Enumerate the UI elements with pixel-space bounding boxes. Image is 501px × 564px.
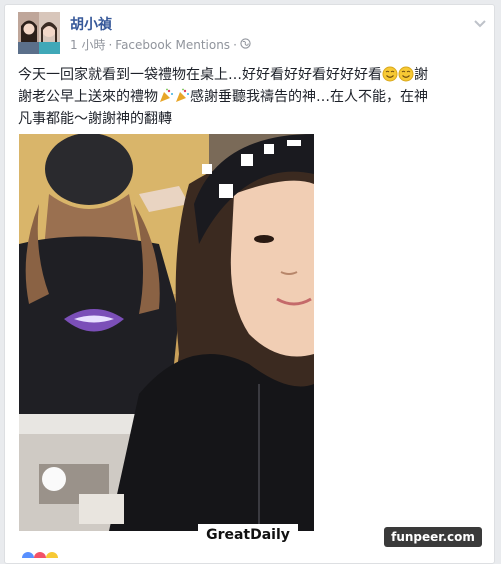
author-name[interactable]: 胡小禎 — [70, 14, 112, 34]
party-popper-icon — [174, 88, 190, 104]
author-avatar[interactable] — [18, 12, 60, 54]
reaction-icons[interactable] — [22, 543, 70, 564]
meta-separator-2: · — [233, 37, 237, 52]
chevron-down-icon[interactable] — [473, 14, 487, 28]
post-body: 今天一回家就看到一袋禮物在桌上…好好看好好看好好好看謝 謝老公早上送來的禮物 感謝… — [18, 64, 468, 130]
watermark-left: GreatDaily — [198, 524, 298, 546]
globe-icon[interactable] — [240, 37, 251, 52]
post-time[interactable]: 1 小時 — [70, 36, 105, 53]
app-link[interactable]: Facebook Mentions — [115, 38, 230, 52]
party-popper-icon — [158, 88, 174, 104]
smile-emoji-icon — [382, 66, 398, 82]
watermark-right: funpeer.com — [384, 527, 482, 547]
smile-emoji-icon — [398, 66, 414, 82]
post-meta: 1 小時 · Facebook Mentions · — [70, 36, 251, 53]
meta-separator: · — [108, 37, 113, 52]
post-text-1: 今天一回家就看到一袋禮物在桌上…好好看好好看好好好看 — [18, 67, 382, 83]
post-photo[interactable] — [19, 134, 314, 531]
